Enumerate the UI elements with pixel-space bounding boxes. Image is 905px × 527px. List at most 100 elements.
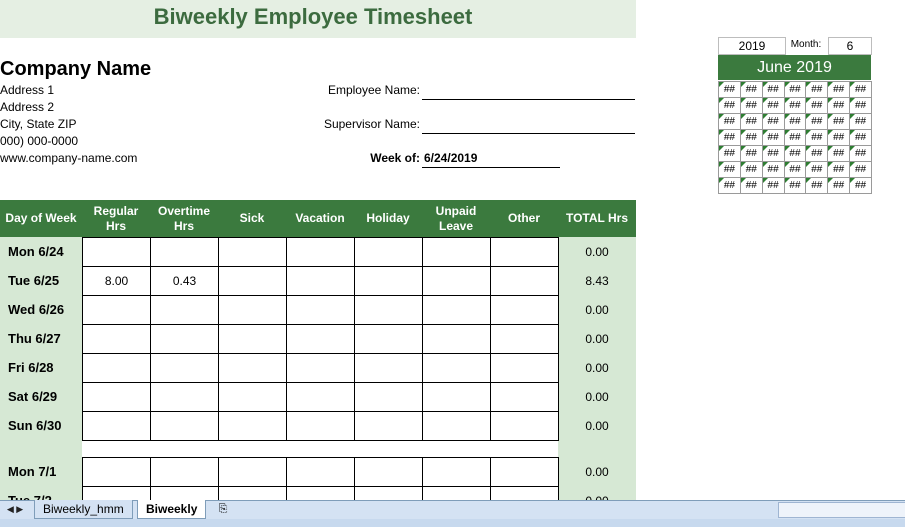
overtime-hrs-cell[interactable]: [150, 324, 219, 354]
calendar-day-cell[interactable]: ##: [849, 129, 872, 146]
hours-cell[interactable]: [422, 411, 491, 441]
hours-cell[interactable]: [218, 266, 287, 296]
hours-cell[interactable]: [490, 266, 559, 296]
hours-cell[interactable]: [286, 382, 355, 412]
hours-cell[interactable]: [286, 457, 355, 487]
calendar-day-cell[interactable]: ##: [805, 145, 829, 162]
calendar-day-cell[interactable]: ##: [783, 145, 807, 162]
calendar-day-cell[interactable]: ##: [783, 97, 807, 114]
calendar-day-cell[interactable]: ##: [827, 129, 851, 146]
calendar-day-cell[interactable]: ##: [718, 129, 741, 146]
hours-cell[interactable]: [490, 295, 559, 325]
regular-hrs-cell[interactable]: [82, 237, 151, 267]
calendar-day-cell[interactable]: ##: [718, 145, 741, 162]
hours-cell[interactable]: [422, 457, 491, 487]
calendar-day-cell[interactable]: ##: [761, 145, 785, 162]
hours-cell[interactable]: [286, 266, 355, 296]
hours-cell[interactable]: [490, 411, 559, 441]
calendar-day-cell[interactable]: ##: [849, 81, 872, 98]
regular-hrs-cell[interactable]: [82, 457, 151, 487]
calendar-day-cell[interactable]: ##: [805, 97, 829, 114]
address-line-1[interactable]: Address 1: [0, 83, 54, 97]
calendar-day-cell[interactable]: ##: [849, 113, 872, 130]
calendar-day-cell[interactable]: ##: [761, 81, 785, 98]
overtime-hrs-cell[interactable]: [150, 382, 219, 412]
hours-cell[interactable]: [354, 411, 423, 441]
calendar-day-cell[interactable]: ##: [805, 177, 829, 194]
overtime-hrs-cell[interactable]: [150, 237, 219, 267]
hours-cell[interactable]: [422, 353, 491, 383]
calendar-day-cell[interactable]: ##: [739, 97, 763, 114]
hours-cell[interactable]: [490, 382, 559, 412]
calendar-day-cell[interactable]: ##: [761, 97, 785, 114]
calendar-day-cell[interactable]: ##: [761, 113, 785, 130]
calendar-day-cell[interactable]: ##: [718, 161, 741, 178]
calendar-day-cell[interactable]: ##: [827, 145, 851, 162]
calendar-day-cell[interactable]: ##: [827, 81, 851, 98]
calendar-day-cell[interactable]: ##: [827, 113, 851, 130]
calendar-day-cell[interactable]: ##: [739, 81, 763, 98]
hours-cell[interactable]: [422, 266, 491, 296]
hours-cell[interactable]: [422, 382, 491, 412]
hours-cell[interactable]: [286, 411, 355, 441]
regular-hrs-cell[interactable]: [82, 382, 151, 412]
regular-hrs-cell[interactable]: [82, 295, 151, 325]
hours-cell[interactable]: [490, 457, 559, 487]
calendar-day-cell[interactable]: ##: [827, 177, 851, 194]
calendar-day-cell[interactable]: ##: [718, 177, 741, 194]
calendar-day-cell[interactable]: ##: [805, 81, 829, 98]
hours-cell[interactable]: [286, 324, 355, 354]
calendar-day-cell[interactable]: ##: [849, 161, 872, 178]
hours-cell[interactable]: [354, 237, 423, 267]
calendar-year-input[interactable]: 2019: [718, 37, 786, 55]
tab-biweekly-hmm[interactable]: Biweekly_hmm: [34, 500, 133, 519]
hours-cell[interactable]: [218, 353, 287, 383]
hours-cell[interactable]: [422, 237, 491, 267]
calendar-day-cell[interactable]: ##: [761, 161, 785, 178]
calendar-day-cell[interactable]: ##: [718, 81, 741, 98]
calendar-day-cell[interactable]: ##: [761, 129, 785, 146]
address-line-3[interactable]: City, State ZIP: [0, 117, 76, 131]
website-line[interactable]: www.company-name.com: [0, 151, 137, 165]
supervisor-name-field[interactable]: [422, 117, 635, 134]
hours-cell[interactable]: [354, 382, 423, 412]
hours-cell[interactable]: [354, 457, 423, 487]
address-line-2[interactable]: Address 2: [0, 100, 54, 114]
hours-cell[interactable]: [218, 457, 287, 487]
phone-line[interactable]: 000) 000-0000: [0, 134, 78, 148]
hours-cell[interactable]: [354, 266, 423, 296]
week-of-field[interactable]: 6/24/2019: [422, 151, 560, 168]
calendar-day-cell[interactable]: ##: [849, 97, 872, 114]
calendar-day-cell[interactable]: ##: [849, 177, 872, 194]
calendar-day-cell[interactable]: ##: [783, 177, 807, 194]
calendar-day-cell[interactable]: ##: [739, 161, 763, 178]
overtime-hrs-cell[interactable]: [150, 457, 219, 487]
calendar-day-cell[interactable]: ##: [783, 113, 807, 130]
calendar-day-cell[interactable]: ##: [739, 177, 763, 194]
calendar-day-cell[interactable]: ##: [827, 97, 851, 114]
regular-hrs-cell[interactable]: [82, 411, 151, 441]
regular-hrs-cell[interactable]: [82, 324, 151, 354]
calendar-day-cell[interactable]: ##: [718, 113, 741, 130]
calendar-day-cell[interactable]: ##: [805, 113, 829, 130]
tab-scroll-arrows[interactable]: ◀ ▶: [0, 501, 30, 518]
hours-cell[interactable]: [218, 382, 287, 412]
hours-cell[interactable]: [422, 324, 491, 354]
hours-cell[interactable]: [218, 237, 287, 267]
calendar-day-cell[interactable]: ##: [739, 113, 763, 130]
calendar-day-cell[interactable]: ##: [827, 161, 851, 178]
calendar-day-cell[interactable]: ##: [718, 97, 741, 114]
hours-cell[interactable]: [218, 324, 287, 354]
calendar-day-cell[interactable]: ##: [783, 129, 807, 146]
hours-cell[interactable]: [354, 295, 423, 325]
company-name[interactable]: Company Name: [0, 58, 151, 81]
hours-cell[interactable]: [490, 353, 559, 383]
calendar-month-input[interactable]: 6: [828, 37, 872, 55]
tab-biweekly[interactable]: Biweekly: [137, 500, 207, 519]
hours-cell[interactable]: [286, 237, 355, 267]
regular-hrs-cell[interactable]: 8.00: [82, 266, 151, 296]
regular-hrs-cell[interactable]: [82, 353, 151, 383]
hours-cell[interactable]: [354, 353, 423, 383]
hours-cell[interactable]: [422, 295, 491, 325]
horizontal-scrollbar[interactable]: [778, 502, 905, 518]
